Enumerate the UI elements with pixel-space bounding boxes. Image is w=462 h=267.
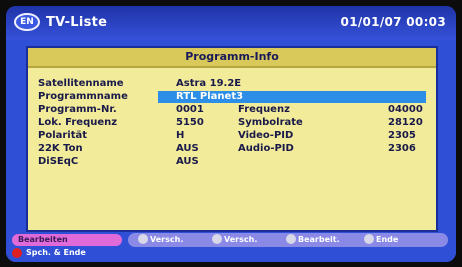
versch-label-1: Versch. [150,235,184,244]
programm-info-panel: Programm-Info Satellitenname Astra 19.2E… [26,46,438,232]
bearbeiten-button[interactable]: Bearbeiten [12,234,122,246]
audio-pid-label: Audio-PID [238,143,294,154]
audio-pid-value: 2306 [388,143,416,154]
programm-nr-label: Programm-Nr. [38,104,117,115]
tv-screen: EN TV-Liste 01/01/07 00:03 Programm-Info… [6,6,456,262]
22k-ton-label: 22K Ton [38,143,83,154]
frequenz-value: 04000 [388,104,423,115]
programmname-value: RTL Planet3 [176,91,244,102]
22k-ton-value: AUS [176,143,199,154]
header-bar: EN TV-Liste 01/01/07 00:03 [6,6,456,40]
polaritaet-value: H [176,130,185,141]
programmname-label: Programmname [38,91,128,102]
polaritaet-label: Polarität [38,130,88,141]
ende-button[interactable]: Ende [364,233,399,246]
diseqc-value: AUS [176,156,199,167]
arrow-icon [212,233,222,244]
video-pid-label: Video-PID [238,130,294,141]
lok-frequenz-label: Lok. Frequenz [38,117,118,128]
symbolrate-value: 28120 [388,117,423,128]
bearbeit-label: Bearbeit. [298,235,340,244]
datetime: 01/01/07 00:03 [340,15,446,29]
language-icon: EN [14,13,40,31]
versch-label-2: Versch. [224,235,258,244]
red-key-icon[interactable] [12,248,22,258]
programm-nr-value: 0001 [176,104,204,115]
versch-button-1[interactable]: Versch. [138,233,184,246]
satellitenname-value: Astra 19.2E [176,78,242,89]
window-title: TV-Liste [46,15,108,30]
speichern-ende-label: Spch. & Ende [26,248,86,257]
versch-button-2[interactable]: Versch. [212,233,258,246]
symbolrate-label: Symbolrate [238,117,303,128]
ende-label: Ende [376,235,399,244]
bearbeit-button[interactable]: Bearbeit. [286,233,340,246]
panel-title: Programm-Info [28,48,436,68]
satellitenname-label: Satellitenname [38,78,124,89]
exit-icon [364,233,374,244]
arrow-icon [138,233,148,244]
video-pid-value: 2305 [388,130,416,141]
lok-frequenz-value: 5150 [176,117,204,128]
frequenz-label: Frequenz [238,104,290,115]
ok-icon [286,233,296,244]
diseqc-label: DiSEqC [38,156,79,167]
footer-bar: Bearbeiten Versch. Versch. Bearbeit. End… [6,232,456,262]
